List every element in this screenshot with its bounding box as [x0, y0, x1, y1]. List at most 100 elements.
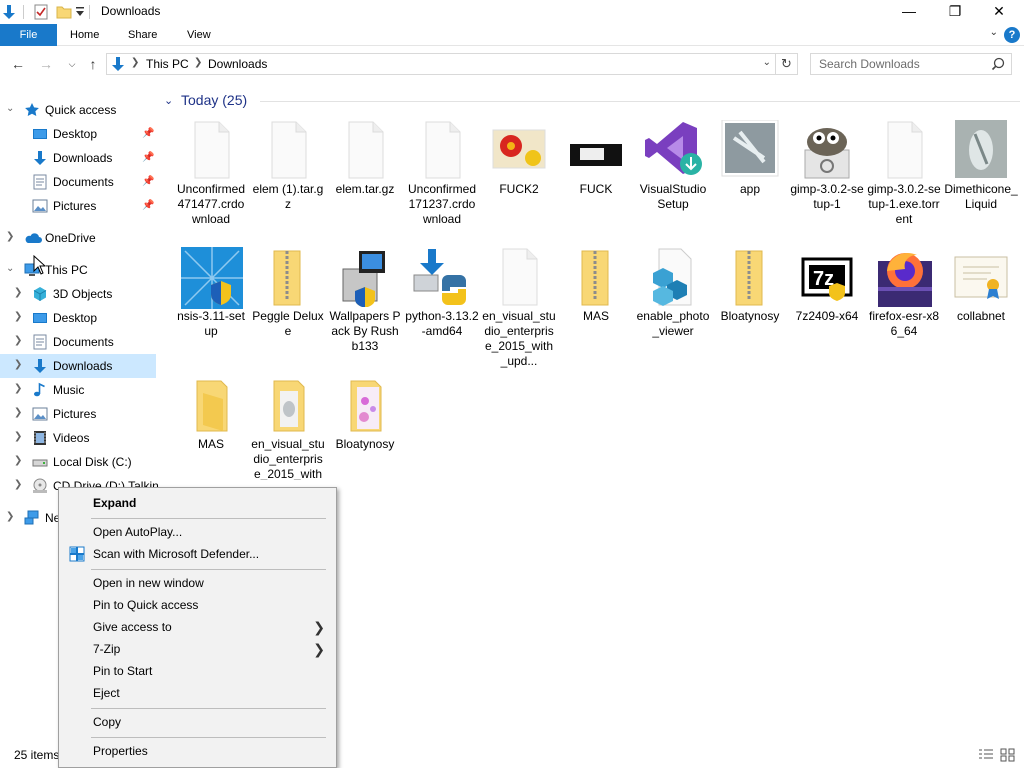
recent-locations-button[interactable]: ⌵ — [62, 54, 82, 74]
sidebar-item-local-disk[interactable]: ❯ Local Disk (C:) — [0, 450, 156, 474]
pin-icon[interactable]: 📌 — [142, 128, 154, 139]
file-item[interactable]: Bloatynosy — [328, 375, 402, 452]
file-item[interactable]: 7z 7z2409-x64 — [790, 247, 864, 324]
sidebar-item-this-pc[interactable]: ⌄ This PC — [0, 258, 156, 282]
file-item[interactable]: VisualStudioSetup — [636, 120, 710, 212]
pin-icon[interactable]: 📌 — [142, 176, 154, 187]
expand-icon[interactable]: ❯ — [14, 431, 24, 442]
menu-item-open-autoplay[interactable]: Open AutoPlay... — [62, 521, 333, 543]
new-folder-icon[interactable] — [56, 4, 72, 20]
minimize-button[interactable]: — — [886, 0, 932, 24]
breadcrumb-this-pc[interactable]: This PC — [146, 57, 189, 71]
file-item[interactable]: gimp-3.0.2-setup-1 — [790, 120, 864, 212]
pin-icon[interactable]: 📌 — [142, 200, 154, 211]
file-item[interactable]: FUCK2 — [482, 120, 556, 197]
sidebar-item-onedrive[interactable]: ❯ OneDrive — [0, 226, 156, 250]
file-item[interactable]: collabnet — [944, 247, 1018, 324]
file-item[interactable]: elem.tar.gz — [328, 120, 402, 197]
breadcrumb-separator-icon[interactable]: ❯ — [131, 57, 139, 68]
file-item[interactable]: FUCK — [559, 120, 633, 197]
sidebar-item-quick-access[interactable]: ⌄ Quick access — [0, 98, 156, 122]
expand-icon[interactable]: ❯ — [14, 359, 24, 370]
file-item[interactable]: Unconfirmed 171237.crdownload — [405, 120, 479, 227]
expand-icon[interactable]: ❯ — [14, 479, 24, 490]
file-item[interactable]: enable_photo_viewer — [636, 247, 710, 339]
tab-file[interactable]: File — [0, 24, 57, 46]
expand-icon[interactable]: ❯ — [14, 287, 24, 298]
details-view-icon[interactable] — [978, 748, 994, 762]
file-item[interactable]: MAS — [559, 247, 633, 324]
file-item[interactable]: firefox-esr-x86_64 — [867, 247, 941, 339]
file-item[interactable]: Bloatynosy — [713, 247, 787, 324]
sidebar-item-pictures-pinned[interactable]: Pictures 📌 — [0, 194, 156, 218]
tab-share[interactable]: Share — [114, 24, 171, 46]
file-item[interactable]: app — [713, 119, 787, 197]
menu-item-open-new-window[interactable]: Open in new window — [62, 572, 333, 594]
expand-icon[interactable]: ❯ — [14, 311, 24, 322]
file-item[interactable]: python-3.13.2-amd64 — [405, 247, 479, 339]
sidebar-item-desktop-pinned[interactable]: Desktop 📌 — [0, 122, 156, 146]
menu-item-give-access[interactable]: Give access to ❯ — [62, 616, 333, 638]
expand-icon[interactable]: ❯ — [6, 231, 16, 242]
file-item[interactable]: en_visual_studio_enterprise_2015_with_up… — [482, 247, 556, 369]
menu-item-expand[interactable]: Expand — [62, 492, 333, 514]
sidebar-item-music[interactable]: ❯ Music — [0, 378, 156, 402]
file-item[interactable]: Unconfirmed 471477.crdownload — [174, 120, 248, 227]
expand-icon[interactable]: ❯ — [6, 511, 16, 522]
search-input[interactable] — [817, 55, 987, 73]
pin-icon[interactable]: 📌 — [142, 152, 154, 163]
address-bar[interactable]: ❯ This PC ❯ Downloads ⌄ ↻ — [106, 53, 798, 75]
help-icon[interactable]: ? — [1004, 27, 1020, 43]
sidebar-item-documents[interactable]: ❯ Documents — [0, 330, 156, 354]
file-item[interactable]: Wallpapers Pack By Rushb133 — [328, 247, 402, 354]
tab-view[interactable]: View — [173, 24, 225, 46]
file-item[interactable]: en_visual_studio_enterprise_2015_with_up… — [251, 375, 325, 480]
menu-item-7zip[interactable]: 7-Zip ❯ — [62, 638, 333, 660]
file-item[interactable]: Dimethicone_Liquid — [944, 120, 1018, 212]
file-item[interactable]: elem (1).tar.gz — [251, 120, 325, 212]
menu-item-eject[interactable]: Eject — [62, 682, 333, 704]
expand-icon[interactable]: ❯ — [14, 455, 24, 466]
sidebar-item-videos[interactable]: ❯ Videos — [0, 426, 156, 450]
search-icon[interactable] — [991, 57, 1005, 74]
menu-item-label: Give access to — [93, 620, 172, 634]
menu-item-copy[interactable]: Copy — [62, 711, 333, 733]
sidebar-item-desktop[interactable]: ❯ Desktop — [0, 306, 156, 330]
download-arrow-icon[interactable] — [2, 4, 16, 20]
large-icons-view-icon[interactable] — [1000, 748, 1016, 762]
search-box[interactable] — [810, 53, 1012, 75]
customize-toolbar-icon[interactable] — [76, 6, 84, 22]
back-button[interactable]: ← — [8, 54, 28, 74]
menu-item-scan-defender[interactable]: Scan with Microsoft Defender... — [62, 543, 333, 565]
file-item[interactable]: gimp-3.0.2-setup-1.exe.torrent — [867, 120, 941, 227]
expand-ribbon-icon[interactable]: ⌄ — [990, 27, 998, 38]
file-item[interactable]: Peggle Deluxe — [251, 247, 325, 339]
sidebar-item-downloads[interactable]: ❯ Downloads — [0, 354, 156, 378]
tab-home[interactable]: Home — [56, 24, 113, 46]
collapse-group-icon[interactable]: ⌄ — [164, 94, 173, 107]
sidebar-item-downloads-pinned[interactable]: Downloads 📌 — [0, 146, 156, 170]
menu-item-properties[interactable]: Properties — [62, 740, 333, 762]
up-button[interactable]: ↑ — [83, 54, 103, 74]
forward-button[interactable]: → — [36, 54, 56, 74]
sidebar-item-documents-pinned[interactable]: Documents 📌 — [0, 170, 156, 194]
menu-item-pin-start[interactable]: Pin to Start — [62, 660, 333, 682]
maximize-button[interactable]: ❐ — [932, 0, 978, 24]
file-item[interactable]: MAS — [174, 375, 248, 452]
expand-icon[interactable]: ❯ — [14, 383, 24, 394]
collapse-icon[interactable]: ⌄ — [6, 263, 16, 274]
menu-item-pin-quick-access[interactable]: Pin to Quick access — [62, 594, 333, 616]
breadcrumb-downloads[interactable]: Downloads — [208, 57, 267, 71]
breadcrumb-separator-icon[interactable]: ❯ — [194, 57, 202, 68]
sidebar-item-pictures[interactable]: ❯ Pictures — [0, 402, 156, 426]
sidebar-item-3d-objects[interactable]: ❯ 3D Objects — [0, 282, 156, 306]
address-history-dropdown-icon[interactable]: ⌄ — [763, 57, 771, 68]
expand-icon[interactable]: ❯ — [14, 335, 24, 346]
properties-icon[interactable] — [33, 4, 49, 20]
refresh-icon[interactable]: ↻ — [775, 54, 797, 74]
sidebar-item-label: Documents — [53, 335, 114, 349]
collapse-icon[interactable]: ⌄ — [6, 103, 16, 114]
close-button[interactable]: ✕ — [976, 0, 1022, 24]
file-item[interactable]: nsis-3.11-setup — [174, 247, 248, 339]
expand-icon[interactable]: ❯ — [14, 407, 24, 418]
